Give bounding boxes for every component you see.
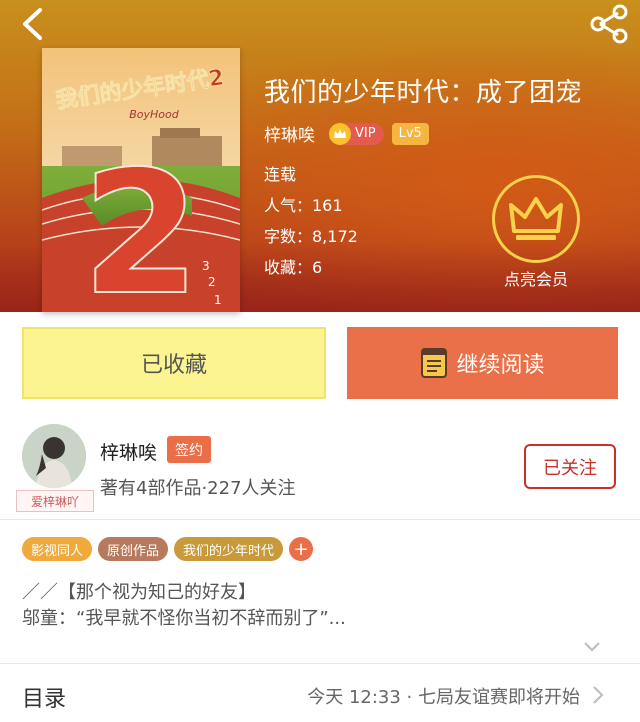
toc-label: 目录 [22,687,67,712]
cover-subtitle-art: BoyHood [129,108,180,121]
cover-track-number: 2 [82,135,200,312]
tag-item[interactable]: 原创作品 [98,537,169,561]
share-button[interactable] [586,2,632,46]
member-button[interactable] [492,175,580,263]
book-detail-screen: 2 3 2 1 我们的少年时代2 BoyHood 我们的少年时代：成了团宠 梓琳… [0,0,640,722]
book-popularity: 人气：161 [264,196,343,215]
vip-badge: VIP [329,122,384,145]
book-status: 连载 [264,165,297,184]
book-intro[interactable]: ／／【那个视为知己的好友】 邬童：“我早就不怪你当初不辞而别了”... [22,580,346,632]
intro-line-2: 邬童：“我早就不怪你当初不辞而别了”... [22,608,346,629]
chevron-left-icon [23,8,42,40]
book-cover[interactable]: 2 3 2 1 我们的少年时代2 BoyHood [42,48,240,312]
signed-badge: 签约 [167,436,211,463]
tag-item[interactable]: 影视同人 [22,537,93,561]
tag-item[interactable]: 我们的少年时代 [174,537,284,561]
author-avatar[interactable] [22,424,86,488]
book-word-count: 字数：8,172 [264,227,358,246]
continue-reading-label: 继续阅读 [456,353,545,378]
table-of-contents-row[interactable]: 目录 今天 12:33 · 七局友谊赛即将开始 [0,667,640,722]
collected-button[interactable]: 已收藏 [22,327,326,399]
divider [0,663,640,664]
follow-button[interactable]: 已关注 [524,444,616,489]
author-name[interactable]: 梓琳唉 [100,438,157,465]
vip-crown-icon [329,122,351,145]
cover-lane-1: 3 [202,259,210,273]
back-button[interactable] [10,4,54,44]
expand-chevron-icon[interactable] [583,638,601,657]
book-header: 2 3 2 1 我们的少年时代2 BoyHood 我们的少年时代：成了团宠 梓琳… [0,0,640,312]
member-label[interactable]: 点亮会员 [486,266,586,290]
book-title: 我们的少年时代：成了团宠 [264,78,583,108]
add-tag-button[interactable]: + [289,537,314,561]
level-badge: Lv5 [391,122,429,145]
author-stats: 著有4部作品·227人关注 [100,478,296,499]
avatar-tag: 爱梓琳吖 [16,490,94,512]
cover-lane-2: 2 [208,275,216,289]
book-icon [420,347,448,379]
author-line: 梓琳唉 VIP Lv5 [264,121,429,146]
latest-chapter: 今天 12:33 · 七局友谊赛即将开始 [307,687,580,708]
continue-reading-button[interactable]: 继续阅读 [347,327,618,399]
chevron-right-icon [593,686,604,704]
divider [0,519,640,520]
book-favorites: 收藏：6 [264,258,323,277]
tag-list: 影视同人 原创作品 我们的少年时代 + [22,537,314,561]
cover-lane-3: 1 [214,293,222,307]
book-author[interactable]: 梓琳唉 [264,121,315,146]
vip-label: VIP [355,126,376,141]
share-icon [590,4,628,44]
crown-icon [509,197,563,240]
intro-line-1: ／／【那个视为知己的好友】 [22,582,256,603]
